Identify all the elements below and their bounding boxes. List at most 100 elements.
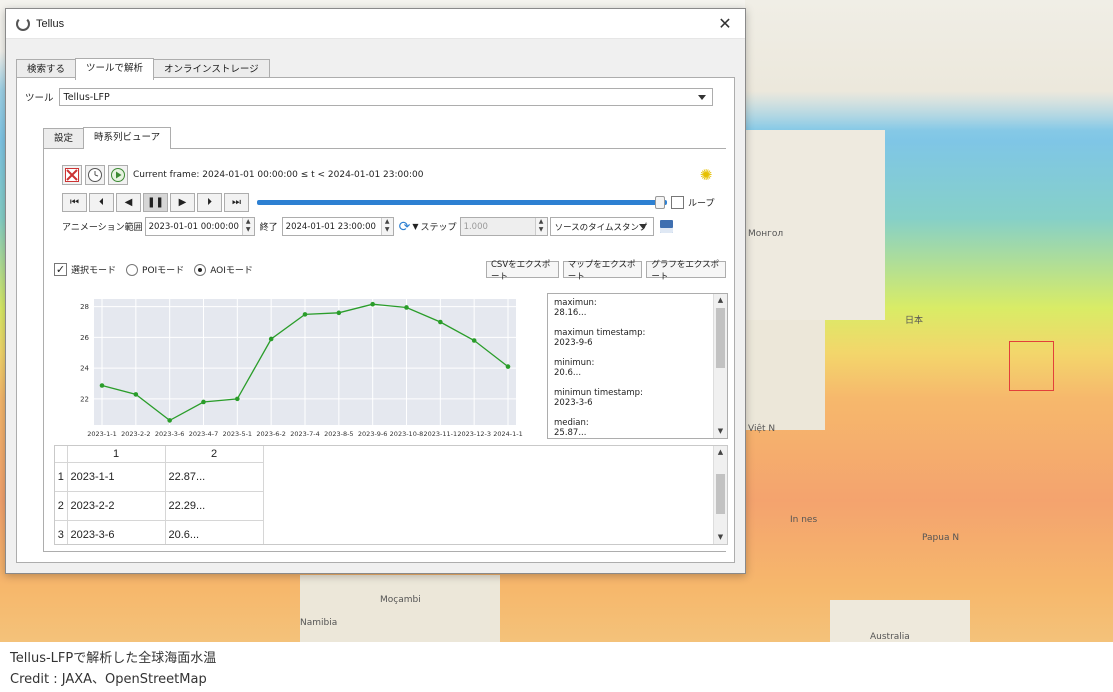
loop-checkbox[interactable] [671, 196, 684, 209]
table-row[interactable]: 1 2023-1-1 22.87... [55, 462, 264, 492]
poi-mode-radio[interactable] [126, 263, 139, 276]
slider-handle[interactable] [655, 196, 665, 209]
data-point [302, 312, 308, 317]
x-tick-label: 2023-3-6 [155, 430, 185, 438]
loop-label: ループ [688, 199, 715, 209]
prev-frame-button[interactable]: ⏴ [89, 193, 114, 212]
aoi-mode-radio[interactable] [194, 263, 207, 276]
timeseries-chart[interactable]: 2023-1-1 2023-2-2 2023-3-6 2023-4-7 2023-5-1… [54, 293, 544, 441]
stat-item: maximun timestamp: 2023-9-6 [554, 328, 723, 348]
export-csv-button[interactable]: CSVをエクスポート [486, 260, 559, 282]
row-number: 1 [55, 462, 68, 492]
stat-label: median: [554, 418, 589, 428]
value-cell[interactable]: 22.29... [165, 491, 264, 521]
aoi-rectangle[interactable] [1009, 341, 1054, 391]
end-datetime-value: 2024-01-01 23:00:00 [285, 221, 376, 232]
last-frame-button[interactable]: ⏭ [224, 193, 249, 212]
play-forward-button[interactable]: ▶ [170, 193, 195, 212]
table-row[interactable]: 3 2023-3-6 20.6... [55, 520, 264, 544]
column-header[interactable]: 1 [67, 446, 166, 463]
row-number: 3 [55, 520, 68, 544]
row-number: 2 [55, 491, 68, 521]
step-forward-icon: ⏵ [207, 197, 212, 208]
step-value: 1.000 [463, 221, 488, 232]
map-land-china [745, 320, 825, 430]
tab-search[interactable]: 検索する [16, 59, 77, 79]
spin-arrows-icon[interactable]: ▲ ▼ [241, 218, 254, 235]
date-cell[interactable]: 2023-2-2 [67, 491, 166, 521]
stats-scrollbar[interactable]: ▲ ▼ [713, 294, 727, 438]
clear-button[interactable] [62, 165, 82, 185]
next-frame-button[interactable]: ⏵ [197, 193, 222, 212]
tool-label: ツール [25, 93, 54, 104]
tab-timeseries-viewer[interactable]: 時系列ビューア [83, 127, 172, 149]
tool-select-value: Tellus-LFP [63, 91, 110, 103]
x-tick-label: 2023-1-1 [87, 430, 117, 438]
export-graph-button[interactable]: グラフをエクスポート [646, 260, 727, 282]
stat-value: 2023-3-6 [554, 398, 593, 408]
tab-online-storage[interactable]: オンラインストレージ [153, 59, 270, 79]
y-tick-label: 24 [80, 365, 89, 373]
caption-line-2: Credit : JAXA、OpenStreetMap [10, 672, 207, 687]
export-map-button[interactable]: マップをエクスポート [562, 260, 643, 282]
table-row[interactable]: 2 2023-2-2 22.29... [55, 491, 264, 521]
step-input[interactable]: 1.000 ▲ ▼ [459, 217, 548, 236]
scroll-down-icon[interactable]: ▼ [714, 425, 727, 438]
mode-row: 選択モード POIモード AOIモード [54, 263, 253, 276]
pause-icon: ❚❚ [147, 197, 164, 208]
clock-button[interactable] [85, 165, 105, 185]
date-cell[interactable]: 2023-3-6 [67, 520, 166, 544]
tool-select[interactable]: Tellus-LFP [58, 88, 713, 106]
map-label-papua: Papua N [922, 533, 960, 543]
spin-arrows-icon[interactable]: ▲ ▼ [380, 218, 393, 235]
date-cell[interactable]: 2023-1-1 [67, 462, 166, 492]
figure-caption: Tellus-LFPで解析した全球海面水温 Credit : JAXA、Open… [10, 648, 216, 690]
data-point [438, 319, 443, 325]
table-header-row: 1 2 [55, 446, 264, 463]
start-datetime-input[interactable]: 2023-01-01 00:00:00 ▲ ▼ [144, 217, 255, 236]
data-point [404, 305, 409, 310]
stat-label: minimun timestamp: [554, 388, 643, 398]
close-icon[interactable]: ✕ [705, 14, 745, 33]
value-cell[interactable]: 20.6... [165, 520, 264, 544]
animation-range-row: アニメーション範囲 2023-01-01 00:00:00 ▲ ▼ 終了 2024… [62, 217, 673, 236]
step-back-icon: ⏴ [99, 197, 104, 208]
value-cell[interactable]: 22.87... [165, 462, 264, 492]
scroll-up-icon[interactable]: ▲ [714, 446, 727, 459]
column-header[interactable]: 2 [165, 446, 264, 463]
spin-arrows-icon[interactable]: ▲ ▼ [534, 218, 547, 235]
dropdown-arrow-icon[interactable]: ▼ [412, 222, 418, 231]
play-backward-button[interactable]: ◀ [116, 193, 141, 212]
row-number-header [55, 446, 68, 463]
end-datetime-input[interactable]: 2024-01-01 23:00:00 ▲ ▼ [281, 217, 394, 236]
data-point [336, 310, 342, 316]
skip-first-icon: ⏮ [70, 197, 79, 208]
tab-settings[interactable]: 設定 [43, 128, 85, 148]
poi-mode-label: POIモード [142, 266, 185, 276]
tab-analyze-with-tool[interactable]: ツールで解析 [75, 58, 155, 80]
stat-item: maximun: 28.16... [554, 298, 723, 318]
settings-gear-icon[interactable]: ✺ [698, 167, 714, 183]
scroll-down-icon[interactable]: ▼ [714, 531, 727, 544]
x-tick-label: 2023-7-4 [290, 430, 320, 438]
scrollbar-thumb[interactable] [716, 474, 725, 514]
map-label-namibia: Namibia [300, 618, 338, 628]
x-tick-label: 2023-8-5 [324, 430, 354, 438]
data-point [505, 364, 511, 369]
frame-slider[interactable] [257, 193, 667, 212]
play-backward-icon: ◀ [124, 197, 133, 208]
table-scrollbar[interactable]: ▲ ▼ [713, 446, 727, 544]
save-icon[interactable] [659, 220, 673, 233]
scrollbar-thumb[interactable] [716, 308, 725, 368]
sync-icon[interactable]: ⟳ [399, 219, 411, 235]
stat-value: 25.87... [554, 428, 587, 438]
timestamp-source-select[interactable]: ソースのタイムスタンプ [549, 217, 654, 236]
playback-status-row: Current frame: 2024-01-01 00:00:00 ≤ t <… [62, 165, 423, 185]
select-mode-checkbox[interactable] [54, 263, 67, 276]
scroll-up-icon[interactable]: ▲ [714, 294, 727, 307]
first-frame-button[interactable]: ⏮ [62, 193, 87, 212]
play-circle-button[interactable] [108, 165, 128, 185]
pause-button[interactable]: ❚❚ [143, 193, 168, 212]
statistics-panel: maximun: 28.16... maximun timestamp: 2023-… [547, 293, 728, 439]
stat-label: minimun: [554, 358, 595, 368]
